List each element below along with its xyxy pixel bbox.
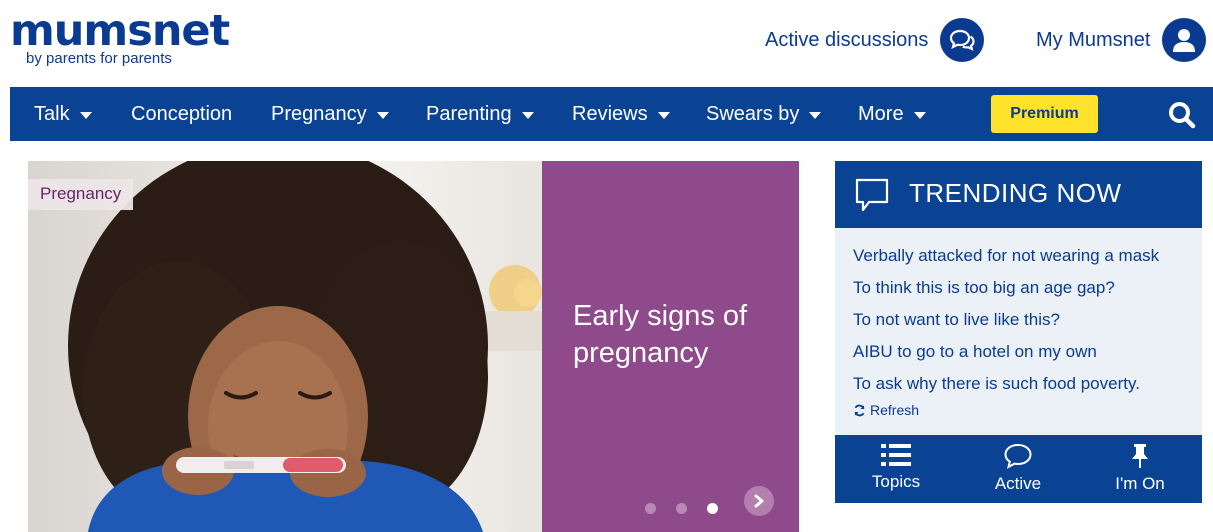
user-icon [1162, 18, 1207, 62]
carousel-next-button[interactable] [744, 486, 774, 516]
nav-item-label: Conception [131, 102, 233, 125]
trending-link[interactable]: To ask why there is such food poverty. [853, 368, 1188, 400]
hero-image-smiling-woman-pregnancy-test[interactable]: Pregnancy [28, 161, 542, 532]
active-discussions-link[interactable]: Active discussions [765, 18, 985, 62]
premium-button[interactable]: Premium [991, 95, 1098, 133]
my-mumsnet-label: My Mumsnet [1036, 28, 1151, 51]
trending-link[interactable]: To not want to live like this? [853, 304, 1188, 336]
caret-down-icon [521, 111, 534, 119]
nav-item-label: Parenting [426, 102, 512, 125]
nav-item-label: Reviews [572, 102, 648, 125]
speech-bubble-icon [855, 178, 889, 219]
trending-footer-tabs: Topics Active I'm On [835, 435, 1202, 503]
trending-now-widget: TRENDING NOW Verbally attacked for not w… [835, 161, 1202, 503]
tab-label: Topics [871, 472, 921, 491]
trending-title: TRENDING NOW [909, 178, 1122, 208]
carousel-dots [645, 503, 718, 514]
refresh-icon [854, 404, 865, 416]
search-icon[interactable] [1167, 100, 1197, 130]
hero-caption-panel[interactable]: Early signs of pregnancy [542, 161, 799, 532]
caret-down-icon [809, 111, 822, 119]
tab-label: Active [994, 474, 1042, 493]
im-on-tab[interactable]: I'm On [1095, 443, 1185, 494]
list-icon [881, 444, 911, 466]
main-navigation: Talk Conception Pregnancy Parenting Revi… [10, 87, 1213, 141]
nav-item-reviews[interactable]: Reviews [572, 87, 670, 141]
caret-down-icon [376, 111, 389, 119]
hero-title[interactable]: Early signs of pregnancy [573, 298, 783, 372]
trending-list: Verbally attacked for not wearing a mask… [853, 240, 1188, 400]
nav-item-parenting[interactable]: Parenting [426, 87, 534, 141]
mumsnet-logo[interactable]: mumsnet by parents for parents [10, 6, 230, 67]
carousel-dot[interactable] [676, 503, 687, 514]
nav-item-conception[interactable]: Conception [131, 87, 232, 141]
refresh-label: Refresh [870, 402, 920, 418]
category-tag[interactable]: Pregnancy [28, 179, 134, 210]
caret-down-icon [657, 111, 670, 119]
hero-carousel[interactable]: Pregnancy Early signs of pregnancy [28, 161, 799, 532]
refresh-link[interactable]: Refresh [853, 402, 919, 418]
nav-item-more[interactable]: More [858, 87, 926, 141]
nav-item-pregnancy[interactable]: Pregnancy [271, 87, 389, 141]
nav-item-label: More [858, 102, 904, 125]
active-discussions-label: Active discussions [765, 28, 929, 51]
carousel-dot-active[interactable] [707, 503, 718, 514]
caret-down-icon [913, 111, 926, 119]
tab-label: I'm On [1115, 474, 1165, 493]
nav-item-label: Pregnancy [271, 102, 367, 125]
trending-link[interactable]: To think this is too big an age gap? [853, 272, 1188, 304]
speech-bubble-icon [1004, 443, 1032, 469]
active-tab[interactable]: Active [973, 443, 1063, 494]
trending-header: TRENDING NOW [835, 161, 1202, 228]
trending-link[interactable]: Verbally attacked for not wearing a mask [853, 240, 1188, 272]
caret-down-icon [79, 111, 92, 119]
carousel-dot[interactable] [645, 503, 656, 514]
chevron-right-icon [754, 494, 764, 508]
topics-tab[interactable]: Topics [851, 443, 941, 492]
my-mumsnet-link[interactable]: My Mumsnet [1036, 18, 1207, 62]
site-header: mumsnet by parents for parents Active di… [0, 0, 1213, 86]
nav-item-swears-by[interactable]: Swears by [706, 87, 822, 141]
chat-bubbles-icon [940, 18, 985, 62]
nav-item-label: Swears by [706, 102, 800, 125]
nav-item-talk[interactable]: Talk [34, 87, 92, 141]
pin-icon [1132, 444, 1148, 468]
logo-wordmark: mumsnet [10, 6, 230, 56]
trending-link[interactable]: AIBU to go to a hotel on my own [853, 336, 1188, 368]
nav-item-label: Talk [34, 102, 70, 125]
